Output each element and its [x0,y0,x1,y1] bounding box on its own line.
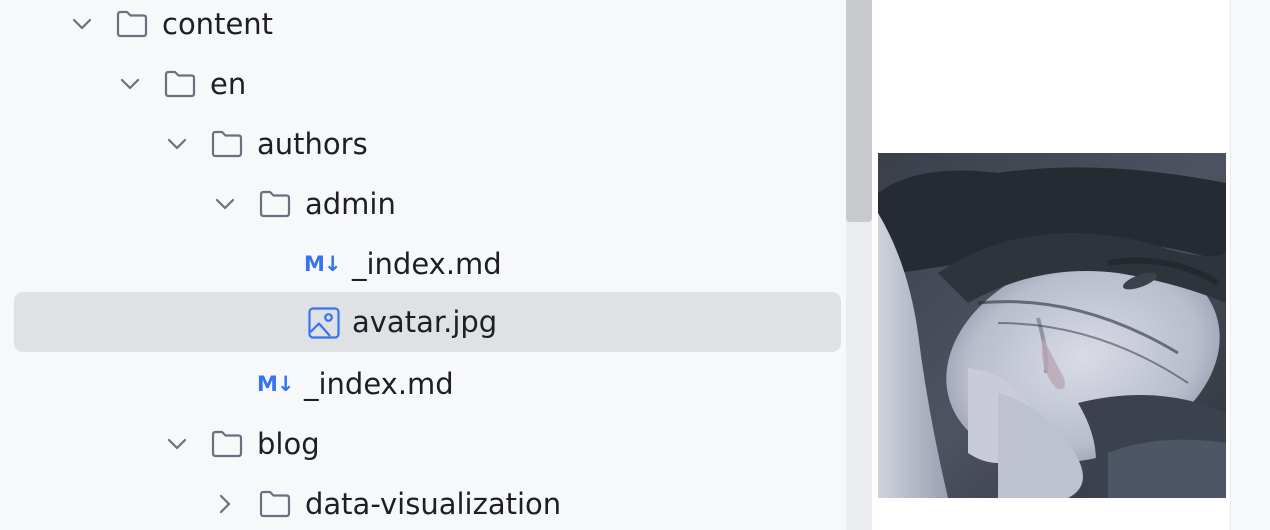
folder-icon [259,190,291,218]
tree-scrollbar-thumb[interactable] [846,0,872,222]
tree-item-label: avatar.jpg [352,305,498,339]
chevron-down-icon[interactable] [211,190,239,218]
chevron-down-icon[interactable] [163,430,191,458]
tree-item-authors-index-md[interactable]: M↓ _index.md [14,354,841,414]
tree-item-admin-index-md[interactable]: M↓ _index.md [14,234,841,294]
folder-icon [259,490,291,518]
chevron-down-icon[interactable] [68,10,96,38]
tree-item-label: _index.md [304,367,454,401]
markdown-icon: M↓ [304,252,341,276]
tree-item-avatar-jpg[interactable]: avatar.jpg [14,292,841,352]
folder-icon [211,130,243,158]
tree-item-label: authors [257,127,368,161]
tree-item-authors[interactable]: authors [14,114,841,174]
tree-item-label: en [210,67,247,101]
tree-item-label: content [162,7,274,41]
avatar-image-preview [878,153,1226,498]
tree-item-label: blog [257,427,320,461]
tree-item-en[interactable]: en [14,54,841,114]
avatar-photo [878,153,1226,498]
chevron-right-icon[interactable] [211,490,239,518]
tree-item-content[interactable]: content [14,0,841,54]
tree-scrollbar[interactable] [846,0,872,530]
right-tool-strip [1230,0,1270,530]
chevron-down-icon[interactable] [116,70,144,98]
tree-item-label: data-visualization [305,487,562,521]
folder-icon [211,430,243,458]
markdown-icon: M↓ [257,372,294,396]
tree-item-label: admin [305,187,396,221]
tree-item-label: _index.md [352,247,502,281]
folder-icon [116,10,148,38]
chevron-down-icon[interactable] [163,130,191,158]
folder-icon [164,70,196,98]
tree-item-admin[interactable]: admin [14,174,841,234]
image-file-icon [308,307,340,339]
image-preview-panel [872,0,1230,530]
project-tree: content en authors admin M↓ _index.md av… [0,0,846,530]
tree-item-blog[interactable]: blog [14,414,841,474]
tree-item-data-visualization[interactable]: data-visualization [14,474,841,530]
